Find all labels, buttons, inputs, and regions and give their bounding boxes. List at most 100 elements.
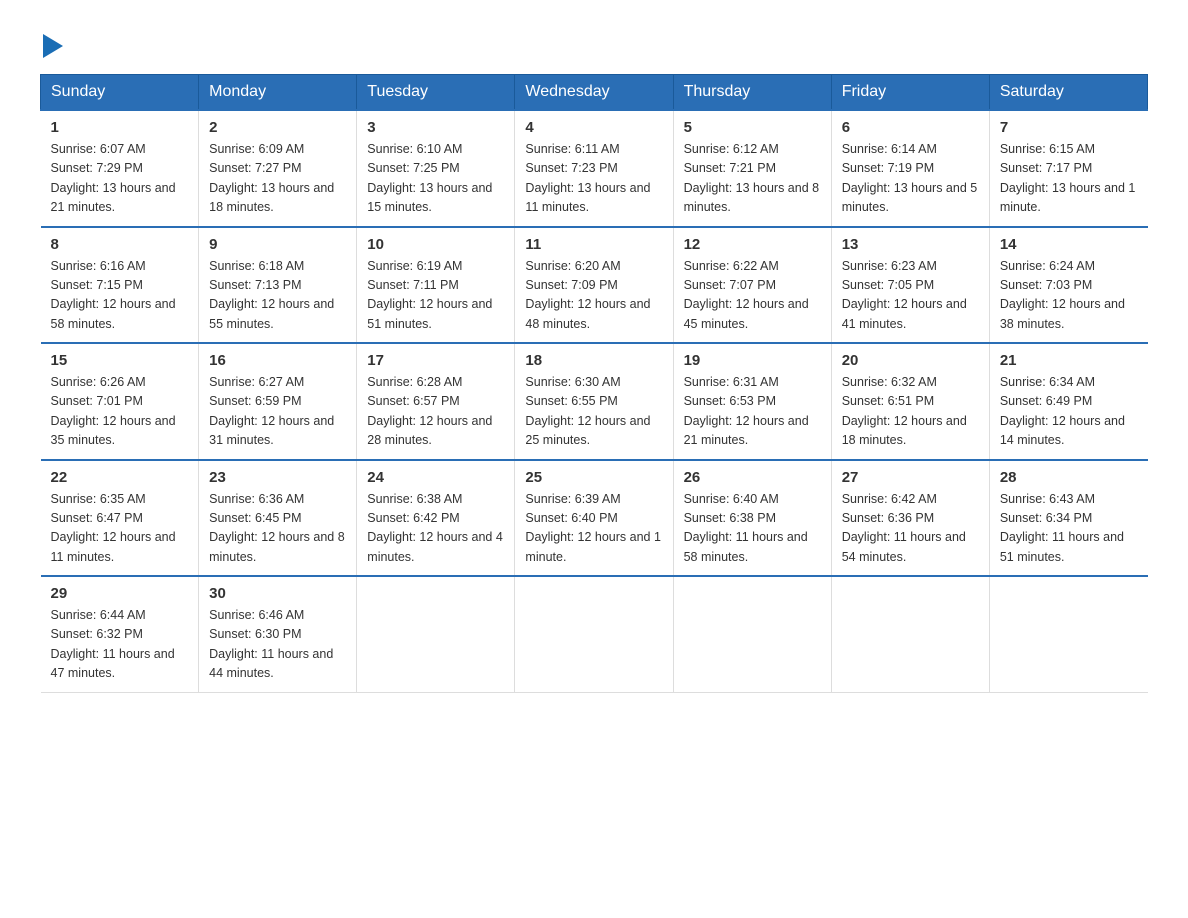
page-header [40, 30, 1148, 54]
calendar-week-row: 22 Sunrise: 6:35 AMSunset: 6:47 PMDaylig… [41, 460, 1148, 577]
day-number: 17 [367, 352, 504, 369]
day-number: 23 [209, 469, 346, 486]
day-info: Sunrise: 6:39 AMSunset: 6:40 PMDaylight:… [525, 492, 661, 564]
day-number: 11 [525, 236, 662, 253]
day-info: Sunrise: 6:26 AMSunset: 7:01 PMDaylight:… [51, 375, 176, 447]
day-number: 14 [1000, 236, 1138, 253]
calendar-cell [989, 576, 1147, 692]
day-info: Sunrise: 6:46 AMSunset: 6:30 PMDaylight:… [209, 608, 333, 680]
calendar-cell: 4 Sunrise: 6:11 AMSunset: 7:23 PMDayligh… [515, 110, 673, 227]
day-number: 5 [684, 119, 821, 136]
calendar-week-row: 29 Sunrise: 6:44 AMSunset: 6:32 PMDaylig… [41, 576, 1148, 692]
day-info: Sunrise: 6:44 AMSunset: 6:32 PMDaylight:… [51, 608, 175, 680]
day-number: 6 [842, 119, 979, 136]
day-info: Sunrise: 6:12 AMSunset: 7:21 PMDaylight:… [684, 142, 820, 214]
day-info: Sunrise: 6:18 AMSunset: 7:13 PMDaylight:… [209, 259, 334, 331]
weekday-header-tuesday: Tuesday [357, 75, 515, 111]
day-number: 12 [684, 236, 821, 253]
day-number: 16 [209, 352, 346, 369]
day-info: Sunrise: 6:34 AMSunset: 6:49 PMDaylight:… [1000, 375, 1125, 447]
day-number: 26 [684, 469, 821, 486]
day-number: 28 [1000, 469, 1138, 486]
calendar-week-row: 1 Sunrise: 6:07 AMSunset: 7:29 PMDayligh… [41, 110, 1148, 227]
calendar-body: 1 Sunrise: 6:07 AMSunset: 7:29 PMDayligh… [41, 110, 1148, 692]
weekday-header-sunday: Sunday [41, 75, 199, 111]
calendar-week-row: 8 Sunrise: 6:16 AMSunset: 7:15 PMDayligh… [41, 227, 1148, 344]
day-info: Sunrise: 6:15 AMSunset: 7:17 PMDaylight:… [1000, 142, 1136, 214]
day-info: Sunrise: 6:19 AMSunset: 7:11 PMDaylight:… [367, 259, 492, 331]
day-info: Sunrise: 6:30 AMSunset: 6:55 PMDaylight:… [525, 375, 650, 447]
day-number: 15 [51, 352, 189, 369]
day-info: Sunrise: 6:24 AMSunset: 7:03 PMDaylight:… [1000, 259, 1125, 331]
calendar-cell: 21 Sunrise: 6:34 AMSunset: 6:49 PMDaylig… [989, 343, 1147, 460]
calendar-header: SundayMondayTuesdayWednesdayThursdayFrid… [41, 75, 1148, 111]
day-info: Sunrise: 6:32 AMSunset: 6:51 PMDaylight:… [842, 375, 967, 447]
day-info: Sunrise: 6:07 AMSunset: 7:29 PMDaylight:… [51, 142, 176, 214]
day-number: 1 [51, 119, 189, 136]
day-info: Sunrise: 6:22 AMSunset: 7:07 PMDaylight:… [684, 259, 809, 331]
calendar-cell [831, 576, 989, 692]
day-info: Sunrise: 6:27 AMSunset: 6:59 PMDaylight:… [209, 375, 334, 447]
day-number: 3 [367, 119, 504, 136]
calendar-cell: 2 Sunrise: 6:09 AMSunset: 7:27 PMDayligh… [199, 110, 357, 227]
calendar-cell: 17 Sunrise: 6:28 AMSunset: 6:57 PMDaylig… [357, 343, 515, 460]
day-number: 8 [51, 236, 189, 253]
day-number: 2 [209, 119, 346, 136]
calendar-cell: 9 Sunrise: 6:18 AMSunset: 7:13 PMDayligh… [199, 227, 357, 344]
day-number: 29 [51, 585, 189, 602]
calendar-cell: 28 Sunrise: 6:43 AMSunset: 6:34 PMDaylig… [989, 460, 1147, 577]
calendar-cell [673, 576, 831, 692]
calendar-cell: 3 Sunrise: 6:10 AMSunset: 7:25 PMDayligh… [357, 110, 515, 227]
calendar-cell: 19 Sunrise: 6:31 AMSunset: 6:53 PMDaylig… [673, 343, 831, 460]
calendar-cell: 16 Sunrise: 6:27 AMSunset: 6:59 PMDaylig… [199, 343, 357, 460]
calendar-cell: 27 Sunrise: 6:42 AMSunset: 6:36 PMDaylig… [831, 460, 989, 577]
day-number: 4 [525, 119, 662, 136]
day-number: 18 [525, 352, 662, 369]
day-number: 10 [367, 236, 504, 253]
weekday-header-wednesday: Wednesday [515, 75, 673, 111]
calendar-cell: 12 Sunrise: 6:22 AMSunset: 7:07 PMDaylig… [673, 227, 831, 344]
calendar-cell: 29 Sunrise: 6:44 AMSunset: 6:32 PMDaylig… [41, 576, 199, 692]
day-info: Sunrise: 6:23 AMSunset: 7:05 PMDaylight:… [842, 259, 967, 331]
day-info: Sunrise: 6:28 AMSunset: 6:57 PMDaylight:… [367, 375, 492, 447]
day-number: 24 [367, 469, 504, 486]
day-info: Sunrise: 6:43 AMSunset: 6:34 PMDaylight:… [1000, 492, 1124, 564]
day-number: 21 [1000, 352, 1138, 369]
weekday-header-friday: Friday [831, 75, 989, 111]
calendar-cell: 15 Sunrise: 6:26 AMSunset: 7:01 PMDaylig… [41, 343, 199, 460]
day-info: Sunrise: 6:16 AMSunset: 7:15 PMDaylight:… [51, 259, 176, 331]
day-number: 25 [525, 469, 662, 486]
calendar-cell: 18 Sunrise: 6:30 AMSunset: 6:55 PMDaylig… [515, 343, 673, 460]
calendar-cell: 26 Sunrise: 6:40 AMSunset: 6:38 PMDaylig… [673, 460, 831, 577]
day-number: 27 [842, 469, 979, 486]
day-info: Sunrise: 6:10 AMSunset: 7:25 PMDaylight:… [367, 142, 492, 214]
day-number: 22 [51, 469, 189, 486]
calendar-cell: 10 Sunrise: 6:19 AMSunset: 7:11 PMDaylig… [357, 227, 515, 344]
day-number: 30 [209, 585, 346, 602]
logo [40, 30, 65, 54]
day-info: Sunrise: 6:35 AMSunset: 6:47 PMDaylight:… [51, 492, 176, 564]
calendar-cell: 23 Sunrise: 6:36 AMSunset: 6:45 PMDaylig… [199, 460, 357, 577]
calendar-cell: 7 Sunrise: 6:15 AMSunset: 7:17 PMDayligh… [989, 110, 1147, 227]
day-info: Sunrise: 6:42 AMSunset: 6:36 PMDaylight:… [842, 492, 966, 564]
day-info: Sunrise: 6:36 AMSunset: 6:45 PMDaylight:… [209, 492, 345, 564]
calendar-cell: 25 Sunrise: 6:39 AMSunset: 6:40 PMDaylig… [515, 460, 673, 577]
weekday-header-thursday: Thursday [673, 75, 831, 111]
calendar-cell: 6 Sunrise: 6:14 AMSunset: 7:19 PMDayligh… [831, 110, 989, 227]
day-number: 19 [684, 352, 821, 369]
day-info: Sunrise: 6:31 AMSunset: 6:53 PMDaylight:… [684, 375, 809, 447]
day-number: 7 [1000, 119, 1138, 136]
calendar-table: SundayMondayTuesdayWednesdayThursdayFrid… [40, 74, 1148, 693]
logo-arrow-icon [43, 32, 65, 58]
calendar-cell: 24 Sunrise: 6:38 AMSunset: 6:42 PMDaylig… [357, 460, 515, 577]
calendar-cell: 5 Sunrise: 6:12 AMSunset: 7:21 PMDayligh… [673, 110, 831, 227]
day-number: 20 [842, 352, 979, 369]
weekday-header-row: SundayMondayTuesdayWednesdayThursdayFrid… [41, 75, 1148, 111]
weekday-header-monday: Monday [199, 75, 357, 111]
weekday-header-saturday: Saturday [989, 75, 1147, 111]
day-info: Sunrise: 6:11 AMSunset: 7:23 PMDaylight:… [525, 142, 650, 214]
calendar-cell: 20 Sunrise: 6:32 AMSunset: 6:51 PMDaylig… [831, 343, 989, 460]
calendar-cell: 11 Sunrise: 6:20 AMSunset: 7:09 PMDaylig… [515, 227, 673, 344]
day-info: Sunrise: 6:20 AMSunset: 7:09 PMDaylight:… [525, 259, 650, 331]
day-info: Sunrise: 6:40 AMSunset: 6:38 PMDaylight:… [684, 492, 808, 564]
